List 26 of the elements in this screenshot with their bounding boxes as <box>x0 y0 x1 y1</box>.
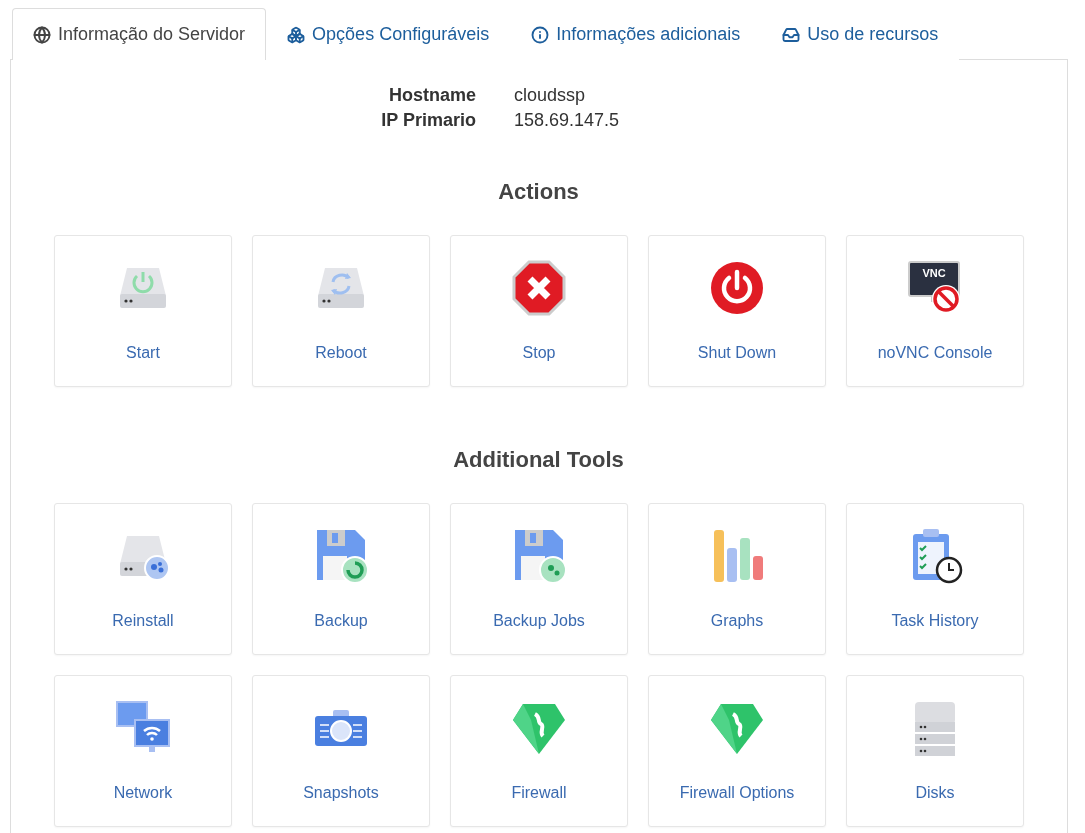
action-tile[interactable]: Graphs <box>648 503 826 655</box>
action-tile[interactable]: Backup <box>252 503 430 655</box>
cubes-icon <box>287 25 306 44</box>
action-tile[interactable]: Firewall Options <box>648 675 826 827</box>
action-tile[interactable]: Task History <box>846 503 1024 655</box>
inbox-icon <box>782 25 801 44</box>
action-tile[interactable]: Reinstall <box>54 503 232 655</box>
action-tile[interactable]: Backup Jobs <box>450 503 628 655</box>
action-tile[interactable]: Reboot <box>252 235 430 387</box>
section-title: Additional Tools <box>452 446 625 474</box>
info-icon <box>531 25 550 44</box>
action-tile[interactable]: Snapshots <box>252 675 430 827</box>
info-label: IP Primario <box>380 110 476 131</box>
action-tile[interactable]: Start <box>54 235 232 387</box>
info-value: cloudssp <box>514 85 587 106</box>
tab[interactable]: Informação do Servidor <box>12 8 267 60</box>
action-tile[interactable]: Network <box>54 675 232 827</box>
action-tile[interactable]: Disks <box>846 675 1024 827</box>
action-tile[interactable]: Stop <box>450 235 628 387</box>
action-tile[interactable]: VNC noVNC Console <box>846 235 1024 387</box>
action-tile[interactable]: Shut Down <box>648 235 826 387</box>
action-tile[interactable]: Firewall <box>450 675 628 827</box>
info-value: 158.69.147.5 <box>514 110 621 131</box>
section-title: Actions <box>497 178 580 206</box>
info-label: Hostname <box>387 85 476 106</box>
globe-icon <box>33 25 51 44</box>
